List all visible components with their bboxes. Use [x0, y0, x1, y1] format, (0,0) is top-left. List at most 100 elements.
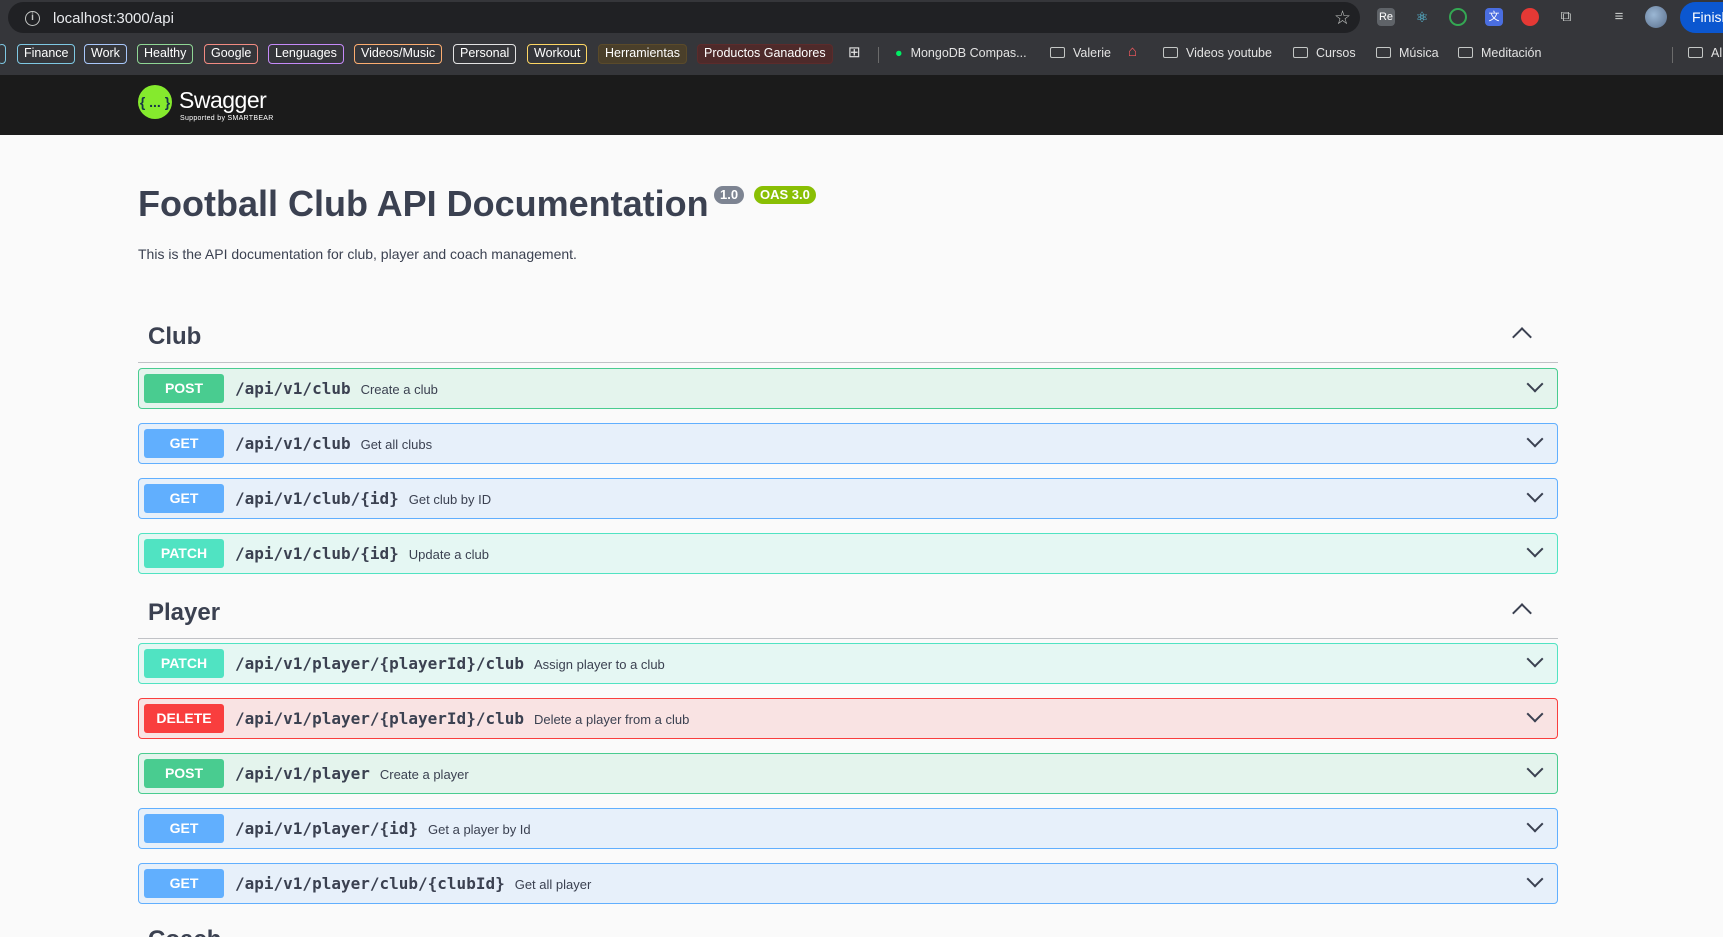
method-badge: GET: [144, 429, 224, 458]
extension-re-icon[interactable]: Re: [1377, 8, 1395, 26]
folder-icon: [1293, 47, 1308, 58]
address-bar[interactable]: i localhost:3000/api ☆: [8, 2, 1360, 33]
airbnb-icon[interactable]: ⌂: [1128, 43, 1137, 60]
chevron-down-icon[interactable]: [1526, 430, 1544, 448]
chevron-up-icon[interactable]: [1512, 603, 1532, 623]
translate-extension-icon[interactable]: 文: [1485, 8, 1503, 26]
bookmark-google[interactable]: Google: [204, 44, 259, 64]
operation-summary: Update a club: [408, 547, 489, 562]
swagger-name[interactable]: Swagger: [179, 87, 267, 114]
chevron-down-icon[interactable]: [1526, 870, 1544, 888]
bookmark-workout[interactable]: Workout: [527, 44, 588, 64]
operation-summary: Get all clubs: [360, 437, 433, 452]
operation-post-club[interactable]: POST /api/v1/club Create a club: [138, 368, 1558, 409]
operation-patch-club[interactable]: PATCH /api/v1/club/{id} Update a club: [138, 533, 1558, 574]
swagger-logo-icon[interactable]: { ... }: [138, 85, 172, 119]
operation-get-clubs[interactable]: GET /api/v1/club Get all clubs: [138, 423, 1558, 464]
method-badge: PATCH: [144, 539, 224, 568]
method-badge: POST: [144, 374, 224, 403]
bookmarks-bar: Finance Work Healthy Google Lenguages Vi…: [0, 35, 1723, 75]
chevron-down-icon[interactable]: [1526, 540, 1544, 558]
folder-icon: [1458, 47, 1473, 58]
bookmark-personal[interactable]: Personal: [453, 44, 517, 64]
section-divider: [138, 362, 1558, 363]
method-badge: GET: [144, 484, 224, 513]
url-text[interactable]: localhost:3000/api: [53, 10, 174, 27]
section-divider: [138, 638, 1558, 639]
chevron-down-icon[interactable]: [1526, 705, 1544, 723]
bookmark-lenguages[interactable]: Lenguages: [268, 44, 344, 64]
method-badge: GET: [144, 814, 224, 843]
bookmark-folder-all[interactable]: Al: [1688, 46, 1722, 60]
profile-avatar[interactable]: [1645, 6, 1667, 28]
reading-list-icon[interactable]: ≡: [1610, 8, 1628, 26]
folder-icon: [1376, 47, 1391, 58]
operation-summary: Delete a player from a club: [533, 712, 690, 727]
bookmark-star-icon[interactable]: ☆: [1334, 7, 1351, 30]
chevron-down-icon[interactable]: [1526, 650, 1544, 668]
operation-get-player-by-id[interactable]: GET /api/v1/player/{id} Get a player by I…: [138, 808, 1558, 849]
extension-circle-icon[interactable]: [1449, 8, 1467, 26]
section-club-header[interactable]: Club: [148, 323, 201, 351]
operation-path: /api/v1/player/club/{clubId} Get all play…: [235, 874, 592, 893]
folder-icon: [1688, 47, 1703, 58]
operation-path: /api/v1/player/{playerId}/club Delete a p…: [235, 709, 690, 728]
operation-path: /api/v1/club/{id} Get club by ID: [235, 489, 492, 508]
bookmark-work[interactable]: Work: [84, 44, 127, 64]
chevron-down-icon[interactable]: [1526, 375, 1544, 393]
operation-get-club-by-id[interactable]: GET /api/v1/club/{id} Get club by ID: [138, 478, 1558, 519]
bookmark-folder-valerie[interactable]: Valerie: [1050, 46, 1111, 60]
page-title: Football Club API Documentation: [138, 183, 709, 224]
chevron-down-icon[interactable]: [1526, 485, 1544, 503]
extensions-puzzle-icon[interactable]: ⧉: [1557, 8, 1575, 26]
method-badge: GET: [144, 869, 224, 898]
bookmark-folder-videos-youtube[interactable]: Videos youtube: [1163, 46, 1272, 60]
apps-grid-icon[interactable]: ⊞: [848, 43, 861, 61]
bookmark-productos-ganadores[interactable]: Productos Ganadores: [697, 44, 833, 64]
operation-path: /api/v1/player/{id} Get a player by Id: [235, 819, 531, 838]
operation-summary: Create a player: [379, 767, 469, 782]
operation-summary: Get all player: [514, 877, 592, 892]
chevron-up-icon[interactable]: [1512, 327, 1532, 347]
operation-summary: Assign player to a club: [533, 657, 665, 672]
method-badge: POST: [144, 759, 224, 788]
api-description: This is the API documentation for club, …: [138, 246, 577, 262]
method-badge: PATCH: [144, 649, 224, 678]
extension-red-icon[interactable]: [1521, 8, 1539, 26]
finish-button[interactable]: Finish: [1680, 2, 1723, 33]
operation-get-players-by-club[interactable]: GET /api/v1/player/club/{clubId} Get all …: [138, 863, 1558, 904]
bookmark-cut[interactable]: [0, 44, 6, 64]
browser-toolbar: i localhost:3000/api ☆ Re ⚛ 文 ⧉ ≡ Finish: [0, 0, 1723, 35]
bookmark-folder-cursos[interactable]: Cursos: [1293, 46, 1356, 60]
swagger-topbar: { ... } Swagger Supported by SMARTBEAR: [0, 75, 1723, 135]
operation-patch-player-club[interactable]: PATCH /api/v1/player/{playerId}/club Assi…: [138, 643, 1558, 684]
site-info-icon[interactable]: i: [25, 11, 40, 26]
version-badge: 1.0: [714, 186, 745, 204]
section-player-header[interactable]: Player: [148, 599, 220, 627]
bookmark-healthy[interactable]: Healthy: [137, 44, 194, 64]
bookmark-folder-meditacion[interactable]: Meditación: [1458, 46, 1541, 60]
react-devtools-icon[interactable]: ⚛: [1413, 8, 1431, 26]
operation-path: /api/v1/player Create a player: [235, 764, 469, 783]
swagger-supported-by: Supported by SMARTBEAR: [180, 115, 274, 122]
folder-icon: [1050, 47, 1065, 58]
oas-badge: OAS 3.0: [754, 186, 816, 204]
operation-delete-player-club[interactable]: DELETE /api/v1/player/{playerId}/club Del…: [138, 698, 1558, 739]
operation-summary: Create a club: [360, 382, 438, 397]
bookmark-videos-music[interactable]: Videos/Music: [354, 44, 443, 64]
operation-path: /api/v1/club/{id} Update a club: [235, 544, 489, 563]
bookmark-herramientas[interactable]: Herramientas: [598, 44, 688, 64]
bookmark-folder-musica[interactable]: Música: [1376, 46, 1439, 60]
chevron-down-icon[interactable]: [1526, 815, 1544, 833]
chevron-down-icon[interactable]: [1526, 760, 1544, 778]
folder-icon: [1163, 47, 1178, 58]
operation-path: /api/v1/club Create a club: [235, 379, 438, 398]
bookmark-finance[interactable]: Finance: [17, 44, 76, 64]
section-coach-header[interactable]: Coach: [148, 926, 221, 937]
operation-summary: Get club by ID: [408, 492, 492, 507]
mongodb-leaf-icon: ●: [895, 46, 903, 60]
operation-path: /api/v1/club Get all clubs: [235, 434, 433, 453]
operation-post-player[interactable]: POST /api/v1/player Create a player: [138, 753, 1558, 794]
bookmark-mongodb[interactable]: ● MongoDB Compas...: [895, 46, 1027, 60]
operation-path: /api/v1/player/{playerId}/club Assign pla…: [235, 654, 665, 673]
